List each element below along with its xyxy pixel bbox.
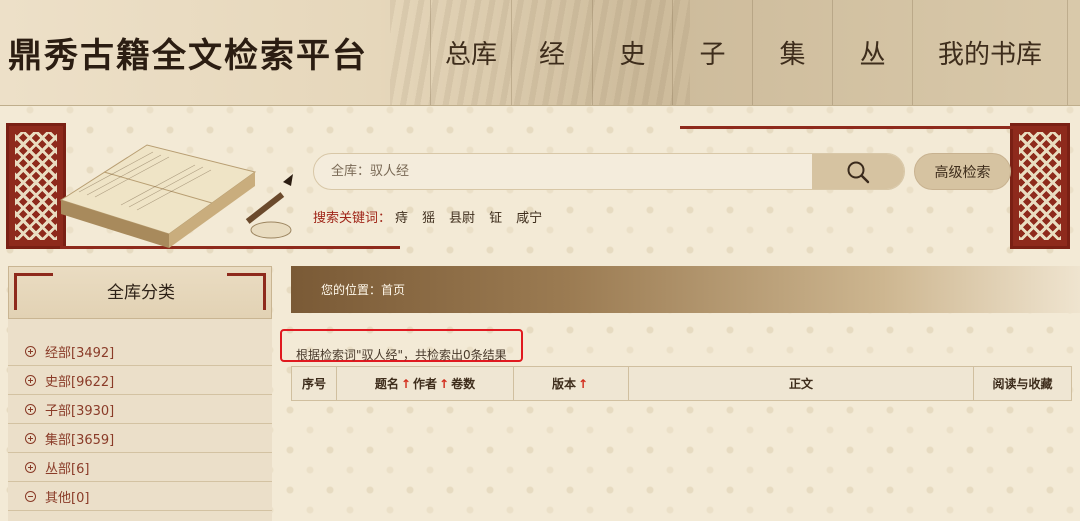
breadcrumb: 您的位置：首页 [321,283,406,297]
nav-item-my-library[interactable]: 我的书库 [912,0,1068,105]
category-item-other[interactable]: 其他[0] [8,482,272,511]
category-sidebar-header: 全库分类 [8,266,272,319]
divider [680,126,1020,129]
plus-circle-icon[interactable] [25,461,36,473]
category-item-jing[interactable]: 经部[3492] [8,337,272,366]
search-button[interactable] [812,154,904,189]
keyword-link[interactable]: 痔 [395,207,408,226]
search-keywords: 搜索关键词： 痔 猺 县尉 钲 咸宁 [313,207,542,226]
main-nav: 总库 经 史 子 集 丛 我的书库 [430,0,1068,105]
plus-circle-icon[interactable] [25,374,36,386]
column-read-collect: 阅读与收藏 [992,377,1053,391]
top-header: 鼎秀古籍全文检索平台 总库 经 史 子 集 丛 我的书库 [0,0,1080,106]
nav-item-ji[interactable]: 集 [752,0,832,105]
column-edition-label[interactable]: 版本 [552,375,576,392]
column-title-author-volumes: 题名 ↑ 作者 ↑ 卷数 [337,367,514,400]
category-item-shi[interactable]: 史部[9622] [8,366,272,395]
category-label[interactable]: 子部[3930] [45,400,114,419]
nav-item-jing[interactable]: 经 [511,0,592,105]
plus-circle-icon[interactable] [25,432,36,444]
nav-item-zi[interactable]: 子 [672,0,752,105]
keyword-link[interactable]: 猺 [422,207,435,226]
sidebar-title: 全库分类 [107,283,175,303]
result-summary: 根据检索词"驭人经"，共检索出0条结果 [296,348,507,362]
open-book-brush-illustration [59,144,293,248]
category-label[interactable]: 集部[3659] [45,429,114,448]
keywords-label: 搜索关键词： [313,211,392,226]
advanced-search-button[interactable]: 高级检索 [914,153,1011,190]
nav-item-shi[interactable]: 史 [592,0,672,105]
category-item-zi[interactable]: 子部[3930] [8,395,272,424]
site-logo[interactable]: 鼎秀古籍全文检索平台 [8,28,368,77]
column-index: 序号 [292,367,337,400]
search-input[interactable] [314,154,812,189]
column-edition: 版本 ↑ [514,367,629,400]
column-text: 正文 [629,367,974,400]
red-up-arrow-icon[interactable]: ↑ [439,377,449,391]
column-title[interactable]: 题名 [375,375,399,392]
breadcrumb-bar: 您的位置：首页 [291,266,1080,313]
column-volumes: 卷数 [451,377,476,391]
category-list: 经部[3492] 史部[9622] 子部[3930] 集部[3659] 丛部[6… [8,319,272,521]
nav-item-zongku[interactable]: 总库 [430,0,511,105]
column-author[interactable]: 作者 [413,375,437,392]
search-bar [313,153,905,190]
category-item-ji[interactable]: 集部[3659] [8,424,272,453]
category-label[interactable]: 丛部[6] [45,458,89,477]
lattice-frame-right [1010,123,1070,249]
minus-circle-icon[interactable] [25,490,36,502]
plus-circle-icon[interactable] [25,403,36,415]
category-item-cong[interactable]: 丛部[6] [8,453,272,482]
keyword-link[interactable]: 钲 [489,207,502,226]
category-label[interactable]: 其他[0] [45,487,89,506]
keyword-link[interactable]: 咸宁 [516,207,542,226]
keyword-link[interactable]: 县尉 [449,207,475,226]
search-icon [847,161,870,183]
plus-circle-icon[interactable] [25,345,36,357]
results-table-header: 序号 题名 ↑ 作者 ↑ 卷数 版本 ↑ 正文 阅读与收藏 [291,366,1072,401]
category-label[interactable]: 经部[3492] [45,342,114,361]
search-banner: 高级检索 搜索关键词： 痔 猺 县尉 钲 咸宁 [0,115,1080,260]
category-label[interactable]: 史部[9622] [45,371,114,390]
nav-item-cong[interactable]: 丛 [832,0,912,105]
red-up-arrow-icon[interactable]: ↑ [578,377,588,391]
red-up-arrow-icon[interactable]: ↑ [401,377,411,391]
